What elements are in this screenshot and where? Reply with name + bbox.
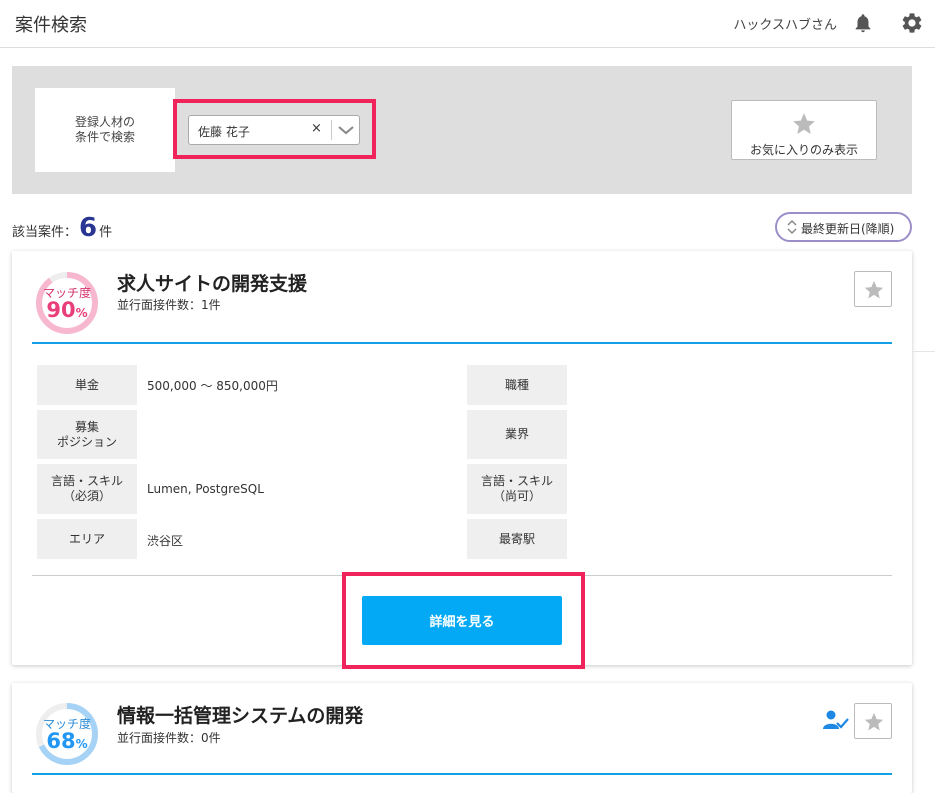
price-label: 単金 — [37, 365, 137, 405]
sort-arrows-icon — [787, 219, 797, 235]
job-card: マッチ度 68% 情報一括管理システムの開発 並行面接件数：0件 — [12, 683, 912, 793]
select-separator — [331, 120, 332, 140]
search-condition-label: 登録人材の 条件で検索 — [35, 88, 175, 172]
result-count-prefix: 該当案件： — [12, 225, 78, 240]
chevron-down-icon[interactable] — [337, 122, 355, 138]
job-type-label: 職種 — [467, 365, 567, 405]
match-value: 90% — [46, 298, 88, 322]
highlight-box-detail-button: 詳細を見る — [342, 572, 585, 669]
card-divider — [32, 773, 892, 775]
favorite-star-button[interactable] — [854, 271, 892, 307]
job-card: マッチ度 90% 求人サイトの開発支援 並行面接件数：1件 単金 500,000… — [12, 251, 912, 669]
required-skills-label: 言語・スキル （必須） — [37, 464, 137, 514]
star-icon — [793, 113, 815, 134]
parallel-interviews: 並行面接件数：1件 — [117, 298, 221, 312]
star-icon — [864, 280, 884, 299]
price-value: 500,000 ～ 850,000円 — [147, 379, 278, 393]
station-label: 最寄駅 — [467, 519, 567, 559]
gear-icon[interactable] — [900, 11, 924, 35]
person-select-value: 佐藤 花子 — [198, 125, 250, 139]
clear-icon[interactable]: × — [311, 121, 322, 136]
bell-icon[interactable] — [852, 12, 874, 34]
match-score: マッチ度 68% — [34, 701, 100, 767]
area-label: エリア — [37, 519, 137, 559]
job-title[interactable]: 求人サイトの開発支援 — [117, 269, 307, 296]
result-count-number: 6 — [79, 213, 98, 243]
favorites-only-button[interactable]: お気に入りのみ表示 — [731, 100, 877, 160]
sort-button[interactable]: 最終更新日(降順) — [775, 212, 912, 242]
app-header: 案件検索 ハックスハブさん — [0, 0, 935, 48]
edge-divider — [912, 351, 935, 352]
favorites-only-label: お気に入りのみ表示 — [749, 143, 858, 157]
user-name[interactable]: ハックスハブさん — [733, 14, 837, 33]
page-title: 案件検索 — [15, 15, 87, 36]
area-value: 渋谷区 — [147, 534, 184, 548]
match-value: 68% — [46, 729, 88, 753]
person-check-icon — [823, 710, 849, 729]
sort-label: 最終更新日(降順) — [801, 222, 895, 236]
preferred-skills-label: 言語・スキル （尚可） — [467, 464, 567, 514]
favorite-star-button[interactable] — [854, 703, 892, 739]
required-skills-value: Lumen, PostgreSQL — [147, 482, 264, 496]
match-score: マッチ度 90% — [34, 270, 100, 336]
search-panel: 登録人材の 条件で検索 佐藤 花子 × お気に入りのみ表示 — [12, 66, 912, 194]
industry-label: 業界 — [467, 410, 567, 459]
highlight-box-person-select: 佐藤 花子 × — [173, 99, 376, 159]
person-select[interactable]: 佐藤 花子 × — [188, 115, 360, 145]
result-count-suffix: 件 — [99, 225, 113, 240]
view-details-button[interactable]: 詳細を見る — [362, 596, 562, 645]
star-icon — [864, 712, 884, 731]
parallel-interviews: 並行面接件数：0件 — [117, 731, 221, 745]
result-count: 該当案件：6 件 — [12, 213, 112, 243]
job-title[interactable]: 情報一括管理システムの開発 — [117, 701, 363, 728]
position-label: 募集 ポジション — [37, 410, 137, 459]
card-divider — [32, 342, 892, 344]
